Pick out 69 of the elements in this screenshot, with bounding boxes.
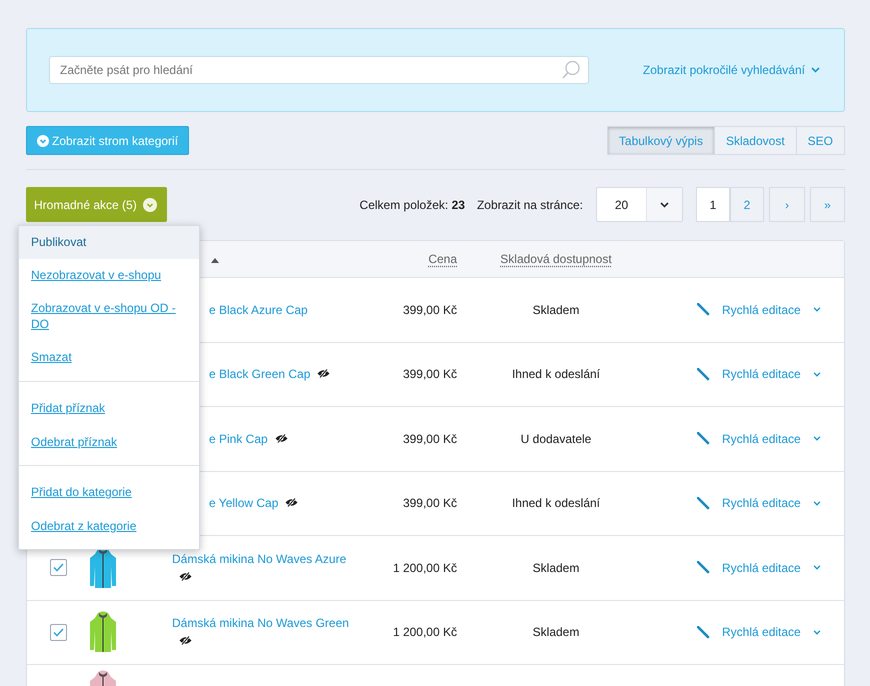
advanced-search-link[interactable]: Zobrazit pokročilé vyhledávání: [642, 61, 820, 79]
chevron-circle-icon: [142, 198, 157, 212]
product-link[interactable]: Dámská mikina No Waves Green: [172, 616, 349, 630]
view-tab[interactable]: Tabulkový výpis: [606, 126, 715, 155]
stock-status: Skladem: [532, 302, 580, 317]
pencil-icon: [697, 496, 710, 510]
product-link[interactable]: e Pink Cap: [209, 432, 268, 446]
stock-status: Skladem: [532, 625, 580, 640]
menu-item[interactable]: Publikovat: [19, 226, 199, 259]
page-button[interactable]: 2: [730, 187, 764, 222]
chevron-icon[interactable]: [812, 630, 821, 635]
chevron-icon: [811, 67, 820, 73]
price-text: 399,00 Kč: [402, 432, 457, 446]
product-link[interactable]: e Black Azure Cap: [209, 302, 308, 317]
chevron-icon[interactable]: [812, 307, 821, 312]
pencil-icon: [697, 432, 710, 446]
check-icon: [52, 628, 64, 637]
quick-edit-link[interactable]: Rychlá editace: [722, 623, 801, 642]
stock-status: U dodavatele: [520, 432, 592, 446]
quick-edit-link[interactable]: Rychlá editace: [722, 365, 801, 384]
view-tab[interactable]: SEO: [796, 126, 845, 155]
chevron-circle-icon: [37, 134, 49, 146]
quick-edit-link[interactable]: Rychlá editace: [722, 300, 801, 319]
search-icon[interactable]: [561, 60, 581, 80]
quick-edit-link[interactable]: Rychlá editace: [722, 430, 801, 448]
per-page-select[interactable]: 20: [596, 187, 683, 222]
price-text: 399,00 Kč: [402, 367, 457, 382]
checkbox[interactable]: [50, 559, 66, 576]
menu-item[interactable]: Zobrazovat v e-shopu OD - DO: [19, 292, 199, 342]
page-button[interactable]: 1: [696, 187, 730, 222]
chevron-icon: [646, 188, 682, 221]
product-link[interactable]: Dámská mikina No Waves Azure: [172, 552, 346, 566]
menu-item[interactable]: Odebrat z kategorie: [19, 510, 199, 544]
menu-item[interactable]: Odebrat příznak: [19, 426, 199, 460]
pencil-icon: [697, 561, 710, 574]
stock-status: Ihned k odeslání: [512, 496, 600, 510]
total-count: Celkem položek: 23: [360, 196, 465, 214]
view-tab[interactable]: Skladovost: [714, 126, 797, 155]
column-header[interactable]: Cena: [428, 252, 457, 266]
check-icon: [52, 563, 64, 572]
menu-item[interactable]: Přidat příznak: [19, 392, 199, 426]
search-field[interactable]: Začněte psát pro hledání: [49, 56, 589, 84]
quick-edit-link[interactable]: Rychlá editace: [722, 494, 801, 512]
stock-status: Ihned k odeslání: [512, 367, 600, 382]
chevron-icon[interactable]: [812, 436, 821, 442]
price-text: 1 200,00 Kč: [392, 560, 457, 575]
pencil-icon: [697, 626, 710, 639]
chevron-icon[interactable]: [812, 565, 821, 570]
menu-item[interactable]: Nezobrazovat v e-shopu: [19, 258, 199, 292]
price-text: 399,00 Kč: [402, 496, 457, 510]
chevron-icon[interactable]: [812, 500, 821, 506]
product-link[interactable]: e Yellow Cap: [209, 496, 278, 510]
stock-status: Skladem: [532, 560, 580, 575]
menu-item[interactable]: Smazat: [19, 341, 199, 375]
per-page-label: Zobrazit na stránce:: [476, 196, 583, 214]
pencil-icon: [697, 368, 710, 381]
menu-item[interactable]: Přidat do kategorie: [19, 476, 199, 510]
bulk-actions-button[interactable]: Hromadné akce (5): [26, 187, 167, 222]
column-header[interactable]: Skladová dostupnost: [500, 252, 612, 266]
page-button[interactable]: »: [810, 187, 845, 222]
page-button[interactable]: ›: [769, 187, 805, 222]
product-link[interactable]: e Black Green Cap: [209, 367, 310, 382]
category-tree-button[interactable]: Zobrazit strom kategorií: [26, 126, 190, 155]
pencil-icon: [697, 303, 710, 316]
checkbox[interactable]: [50, 624, 66, 641]
price-text: 1 200,00 Kč: [392, 625, 457, 640]
price-text: 399,00 Kč: [402, 302, 457, 317]
quick-edit-link[interactable]: Rychlá editace: [722, 558, 801, 577]
chevron-icon[interactable]: [812, 372, 821, 377]
